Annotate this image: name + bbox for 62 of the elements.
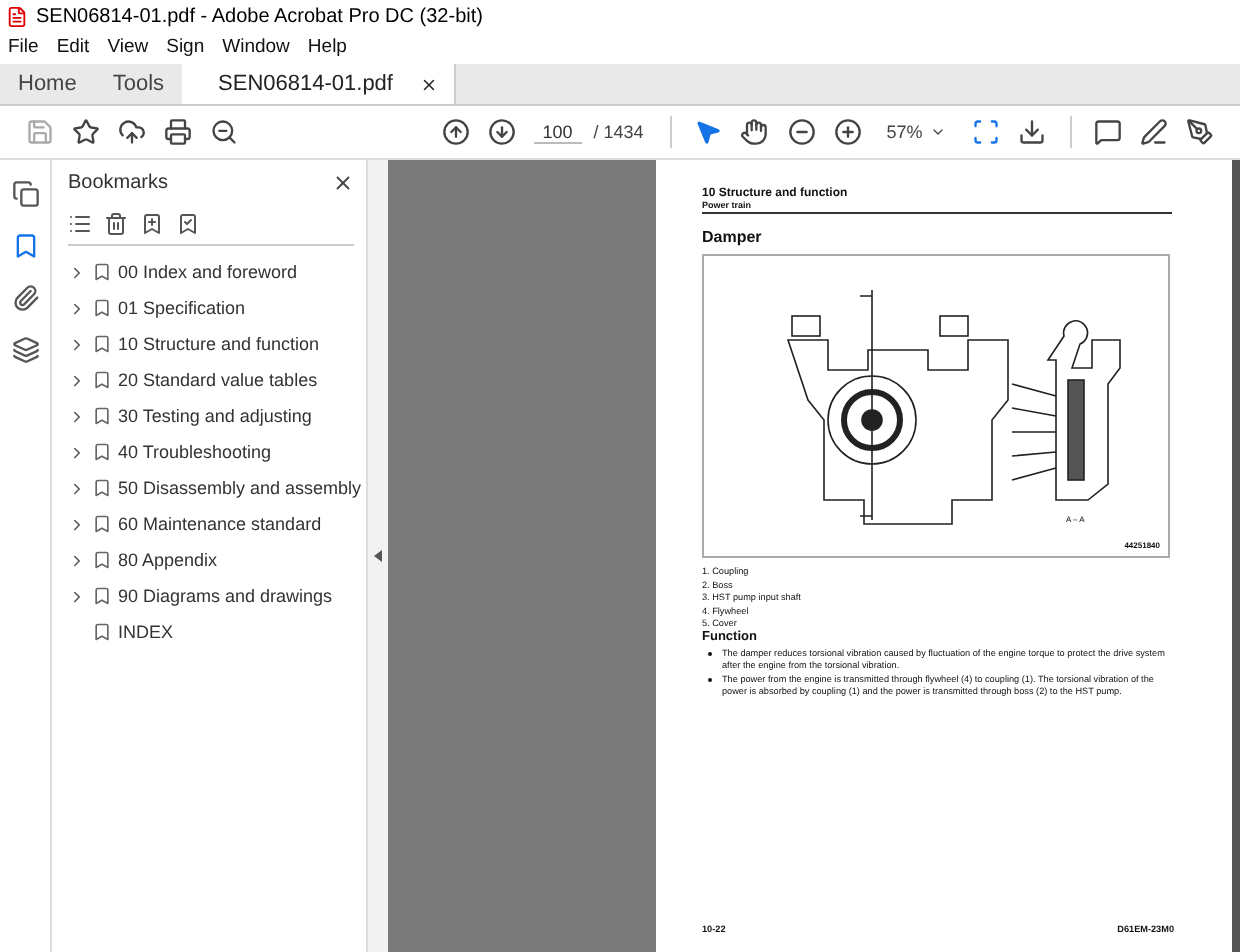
printer-icon[interactable] xyxy=(164,118,193,146)
menu-item[interactable]: Sign xyxy=(166,36,205,58)
bookmark-item[interactable]: 00 Index and foreword xyxy=(118,262,298,282)
menu-item[interactable]: Edit xyxy=(56,36,90,58)
window-title: SEN06814-01.pdf - Adobe Acrobat Pro DC (32-bit) xyxy=(36,6,483,28)
close-icon[interactable] xyxy=(420,75,439,93)
chevron-icon[interactable] xyxy=(68,371,86,389)
chevron-icon[interactable] xyxy=(68,443,86,461)
bookmark-item[interactable]: 10 Structure and function xyxy=(118,334,320,354)
bookmark-item[interactable]: 50 Disassembly and assembly xyxy=(118,478,362,498)
chevron-icon[interactable] xyxy=(68,263,86,281)
cloud-upload-icon[interactable] xyxy=(117,118,146,146)
fit-page-icon[interactable] xyxy=(971,118,1000,146)
pen-icon[interactable] xyxy=(1186,118,1215,146)
paperclip-icon[interactable] xyxy=(11,284,39,312)
hand-icon[interactable] xyxy=(740,118,769,146)
zoom-out-icon[interactable] xyxy=(787,118,816,146)
pen-icon[interactable] xyxy=(1140,118,1169,146)
pointer-icon[interactable] xyxy=(694,118,723,146)
bookmark-item[interactable]: INDEX xyxy=(118,622,174,642)
pdf-app-icon xyxy=(6,6,28,28)
zoom-in-icon[interactable] xyxy=(833,118,862,146)
bookmark-item[interactable]: 90 Diagrams and drawings xyxy=(118,586,333,606)
chevron-icon[interactable] xyxy=(68,515,86,533)
caret-icon[interactable] xyxy=(930,124,947,140)
chevron-icon[interactable] xyxy=(68,551,86,569)
close-icon[interactable] xyxy=(332,171,354,193)
zoom-out-icon[interactable] xyxy=(210,118,239,146)
bookmark-icon[interactable] xyxy=(176,212,200,236)
bookmark-item[interactable]: 60 Maintenance standard xyxy=(118,514,322,534)
section-heading: Damper xyxy=(702,228,764,246)
menu-item[interactable]: File xyxy=(8,36,39,58)
chevron-icon[interactable] xyxy=(68,407,86,425)
arrow-up-icon[interactable] xyxy=(441,118,470,146)
chevron-icon[interactable] xyxy=(68,479,86,497)
trash-icon[interactable] xyxy=(104,212,128,236)
star-icon[interactable] xyxy=(71,118,100,146)
menu-item[interactable]: Help xyxy=(307,36,347,58)
chevron-icon[interactable] xyxy=(68,299,86,317)
chevron-icon[interactable] xyxy=(68,335,86,353)
bookmark-item[interactable]: 30 Testing and adjusting xyxy=(118,406,312,426)
zoom-dropdown[interactable]: 57% xyxy=(870,122,963,142)
menu-item[interactable]: View xyxy=(107,36,149,58)
menu-item[interactable]: Window xyxy=(222,36,290,58)
bookmark-item[interactable]: 01 Specification xyxy=(118,298,246,318)
comment-icon[interactable] xyxy=(1094,118,1123,146)
page-number-field[interactable]: 100 xyxy=(533,121,582,143)
collapse-handle[interactable] xyxy=(366,160,388,952)
bookmark-item[interactable]: 40 Troubleshooting xyxy=(118,442,272,462)
layers-icon[interactable] xyxy=(11,336,39,364)
bookmark-icon[interactable] xyxy=(11,232,39,260)
arrow-down-icon[interactable] xyxy=(488,118,517,146)
new-bookmark-icon[interactable] xyxy=(140,212,164,236)
tab[interactable]: Tools xyxy=(94,64,183,104)
bookmark-item[interactable]: 20 Standard value tables xyxy=(118,370,318,390)
chevron-icon[interactable] xyxy=(68,587,86,605)
bookmark-item[interactable]: 80 Appendix xyxy=(118,550,218,570)
pages-icon[interactable] xyxy=(11,180,39,208)
page-total: / 1434 xyxy=(593,122,644,142)
tab[interactable]: Home xyxy=(0,64,95,104)
panel-title: Bookmarks xyxy=(68,171,169,193)
tab[interactable]: SEN06814-01.pdf xyxy=(182,64,457,104)
